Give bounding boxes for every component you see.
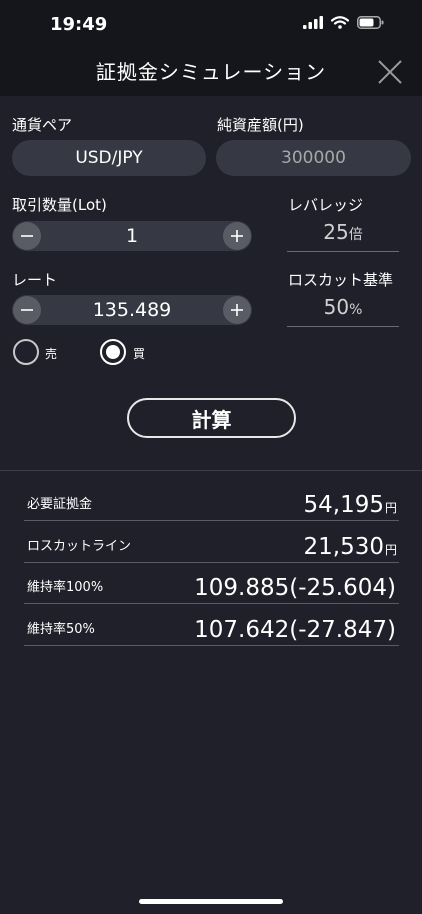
- result-unit: 円: [384, 501, 397, 515]
- result-label: 維持率100%: [27, 580, 104, 595]
- losscut-threshold-unit: %: [349, 302, 363, 318]
- net-assets-input[interactable]: 300000: [216, 140, 411, 176]
- result-number: 107.642(-27.847): [194, 617, 396, 643]
- sell-label: 売: [45, 347, 58, 361]
- battery-icon: [357, 16, 384, 29]
- quantity-stepper: 1: [12, 221, 252, 251]
- leverage-label: レバレッジ: [288, 196, 364, 214]
- section-divider: [0, 470, 422, 471]
- result-number: 21,530: [303, 534, 384, 560]
- close-button[interactable]: [376, 58, 404, 86]
- result-label: 必要証拠金: [27, 497, 93, 512]
- currency-pair-value: USD/JPY: [75, 148, 143, 168]
- losscut-threshold-field[interactable]: 50%: [287, 295, 399, 327]
- rate-stepper: 135.489: [12, 295, 252, 325]
- minus-icon: [21, 235, 33, 237]
- quantity-value[interactable]: 1: [12, 225, 252, 247]
- leverage-field[interactable]: 25倍: [287, 220, 399, 252]
- quantity-minus-button[interactable]: [13, 222, 41, 250]
- result-number: 54,195: [303, 492, 384, 518]
- minus-icon: [21, 309, 33, 311]
- status-bar: 19:49: [0, 0, 422, 46]
- result-row-required-margin: 必要証拠金 54,195円: [24, 481, 399, 521]
- status-time: 19:49: [50, 14, 108, 35]
- rate-value[interactable]: 135.489: [12, 299, 252, 321]
- currency-pair-label: 通貨ペア: [12, 116, 73, 134]
- calculate-button[interactable]: 計算: [127, 398, 296, 438]
- plus-icon: [231, 304, 243, 316]
- result-number: 109.885(-25.604): [194, 575, 396, 601]
- leverage-unit: 倍: [348, 227, 363, 243]
- result-value: 109.885(-25.604): [194, 575, 397, 601]
- quantity-plus-button[interactable]: [223, 222, 251, 250]
- result-label: ロスカットライン: [27, 539, 132, 554]
- result-value: 107.642(-27.847): [194, 617, 397, 643]
- signal-icon: [303, 16, 323, 29]
- losscut-threshold-label: ロスカット基準: [288, 271, 394, 289]
- result-label: 維持率50%: [27, 622, 95, 637]
- home-indicator: [139, 899, 283, 904]
- buy-label: 買: [133, 347, 146, 361]
- result-value: 54,195円: [304, 492, 398, 518]
- quantity-label: 取引数量(Lot): [12, 196, 107, 214]
- result-row-maintenance-50: 維持率50% 107.642(-27.847): [24, 606, 399, 646]
- result-value: 21,530円: [304, 534, 398, 560]
- result-row-maintenance-100: 維持率100% 109.885(-25.604): [24, 564, 399, 604]
- close-icon: [378, 60, 402, 84]
- net-assets-label: 純資産額(円): [217, 116, 304, 134]
- rate-minus-button[interactable]: [13, 296, 41, 324]
- buy-radio[interactable]: [100, 339, 126, 365]
- rate-plus-button[interactable]: [223, 296, 251, 324]
- rate-label: レート: [12, 271, 58, 289]
- leverage-value: 25: [323, 220, 349, 244]
- losscut-threshold-value: 50: [323, 295, 350, 319]
- result-unit: 円: [384, 543, 397, 557]
- wifi-icon: [331, 16, 349, 29]
- page-title: 証拠金シミュレーション: [95, 60, 327, 84]
- currency-pair-select[interactable]: USD/JPY: [12, 140, 206, 176]
- plus-icon: [231, 230, 243, 242]
- result-row-losscut-line: ロスカットライン 21,530円: [24, 523, 399, 563]
- net-assets-placeholder: 300000: [281, 148, 346, 168]
- header: 証拠金シミュレーション: [0, 46, 422, 96]
- sell-radio[interactable]: [13, 339, 39, 365]
- status-icons: [303, 16, 384, 29]
